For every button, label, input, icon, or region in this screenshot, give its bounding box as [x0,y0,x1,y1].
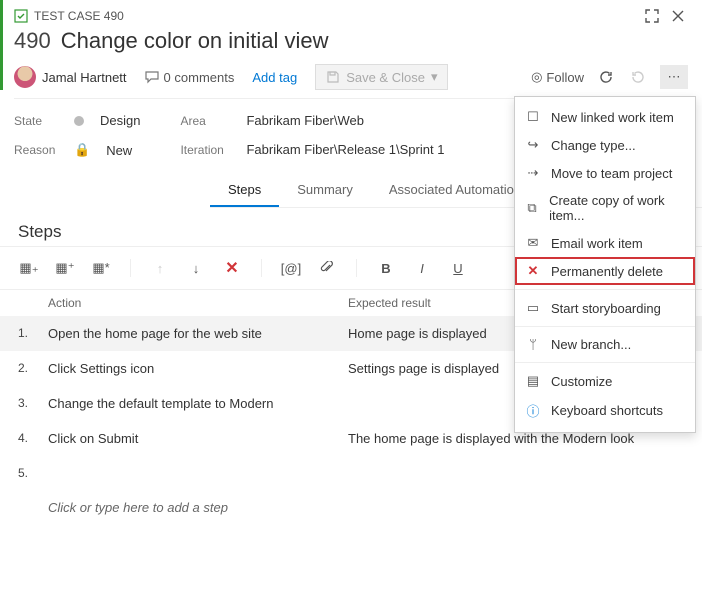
reason-label: Reason [14,143,64,157]
comments-count: 0 comments [164,70,235,85]
step-action[interactable]: Open the home page for the web site [48,326,348,341]
reason-value: New [106,143,132,158]
iteration-label: Iteration [180,143,236,157]
param-icon[interactable]: [@] [280,257,302,279]
assignee-name: Jamal Hartnett [42,70,127,85]
copy-icon: ⧉ [525,200,539,216]
step-number: 2. [18,361,48,375]
email-icon: ✉ [525,235,541,251]
insert-param-icon[interactable]: ▦* [90,257,112,279]
assignee[interactable]: Jamal Hartnett [14,66,127,88]
title-row: 490 Change color on initial view [14,28,688,54]
menu-shortcuts[interactable]: ⓘKeyboard shortcuts [515,395,695,426]
test-case-icon [14,9,28,23]
underline-icon[interactable]: U [447,257,469,279]
work-item-type-label: TEST CASE 490 [34,9,124,23]
refresh-button[interactable] [596,67,616,87]
reason-field[interactable]: Reason 🔒 New [14,142,140,158]
step-number: 5. [18,466,48,480]
info-icon: ⓘ [525,401,541,420]
type-row: TEST CASE 490 [14,6,688,26]
delete-step-icon[interactable]: ✕ [221,257,243,279]
add-step-row[interactable]: Click or type here to add a step [0,490,702,525]
comment-icon [145,70,159,84]
ellipsis-icon: ⋯ [668,69,681,85]
state-value: Design [100,113,140,128]
state-field[interactable]: State Design [14,113,140,128]
menu-customize[interactable]: ▤Customize [515,367,695,395]
follow-label: Follow [546,70,584,85]
save-icon [326,70,340,84]
menu-storyboard[interactable]: ▭Start storyboarding [515,294,695,322]
step-number: 4. [18,431,48,445]
italic-icon[interactable]: I [411,257,433,279]
column-action: Action [48,296,348,310]
move-icon: ⇢ [525,165,541,181]
menu-separator [515,326,695,327]
step-action[interactable]: Change the default template to Modern [48,396,348,411]
menu-permanently-delete[interactable]: ✕Permanently delete [515,257,695,285]
revert-button[interactable] [628,67,648,87]
save-close-button: Save & Close ▾ [315,64,448,90]
menu-separator [515,289,695,290]
move-up-icon[interactable]: ↑ [149,257,171,279]
tab-summary[interactable]: Summary [279,174,371,207]
area-value: Fabrikam Fiber\Web [246,113,364,128]
step-number: 3. [18,396,48,410]
new-link-icon: ☐ [525,109,541,125]
area-label: Area [180,114,236,128]
iteration-value: Fabrikam Fiber\Release 1\Sprint 1 [246,142,444,157]
menu-separator [515,362,695,363]
step-action[interactable]: Click Settings icon [48,361,348,376]
step-expected[interactable]: The home page is displayed with the Mode… [348,431,684,446]
menu-copy[interactable]: ⧉Create copy of work item... [515,187,695,229]
menu-change-type[interactable]: ↪Change type... [515,131,695,159]
comments-button[interactable]: 0 comments [145,70,235,85]
follow-icon: ◎ [531,69,542,85]
step-action[interactable]: Click on Submit [48,431,348,446]
menu-email[interactable]: ✉Email work item [515,229,695,257]
tab-steps[interactable]: Steps [210,174,279,207]
add-tag-button[interactable]: Add tag [252,70,297,85]
change-type-icon: ↪ [525,137,541,153]
step-number: 1. [18,326,48,340]
follow-button[interactable]: ◎ Follow [531,69,584,85]
add-step-placeholder: Click or type here to add a step [48,500,348,515]
branch-icon: ᛘ [525,337,541,352]
customize-icon: ▤ [525,373,541,389]
iteration-field[interactable]: Iteration Fabrikam Fiber\Release 1\Sprin… [180,142,444,157]
state-label: State [14,114,64,128]
fullscreen-button[interactable] [642,6,662,26]
delete-icon: ✕ [525,263,541,279]
close-button[interactable] [668,6,688,26]
move-down-icon[interactable]: ↓ [185,257,207,279]
insert-step-icon[interactable]: ▦₊ [18,257,40,279]
menu-new-linked[interactable]: ☐New linked work item [515,103,695,131]
save-close-label: Save & Close [346,70,425,85]
work-item-title[interactable]: Change color on initial view [61,28,329,54]
area-field[interactable]: Area Fabrikam Fiber\Web [180,113,444,128]
lock-icon: 🔒 [74,142,90,158]
bold-icon[interactable]: B [375,257,397,279]
avatar [14,66,36,88]
state-dot-icon [74,116,84,126]
chevron-down-icon: ▾ [431,69,438,85]
table-row[interactable]: 5. [0,456,702,490]
work-item-id: 490 [14,28,51,54]
menu-new-branch[interactable]: ᛘNew branch... [515,331,695,358]
attachment-icon[interactable] [316,257,338,279]
more-actions-button[interactable]: ⋯ [660,65,688,89]
context-menu: ☐New linked work item ↪Change type... ⇢M… [514,96,696,433]
storyboard-icon: ▭ [525,300,541,316]
menu-move[interactable]: ⇢Move to team project [515,159,695,187]
insert-shared-step-icon[interactable]: ▦⁺ [54,257,76,279]
